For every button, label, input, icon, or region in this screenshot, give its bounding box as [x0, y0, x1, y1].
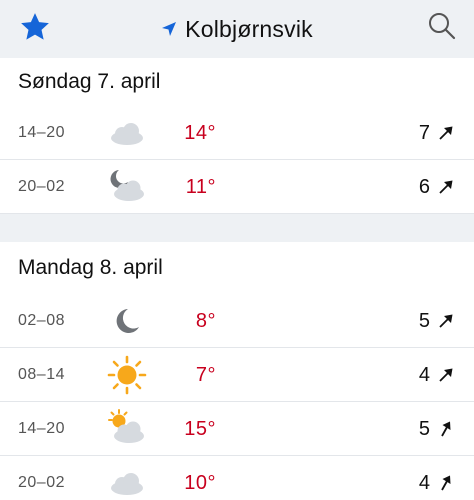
time-period: 14–20 — [18, 124, 65, 141]
wind-speed: 4 — [418, 363, 430, 386]
partly-cloudy-night-icon — [110, 170, 144, 201]
wind: 5 — [419, 402, 454, 456]
wind-speed: 5 — [418, 417, 430, 440]
forecast-row[interactable]: 20–02 10° 4 — [0, 456, 474, 500]
search-icon[interactable] — [426, 10, 458, 42]
wind-arrow-northeast-icon — [439, 180, 453, 194]
cloudy-icon — [111, 123, 143, 145]
time-period: 14–20 — [18, 420, 65, 437]
wind: 5 — [419, 294, 454, 348]
wind-speed: 4 — [418, 471, 430, 494]
wind-arrow-northeast-icon — [439, 126, 453, 140]
time-period: 20–02 — [18, 178, 65, 195]
time-period: 02–08 — [18, 312, 65, 329]
temperature: 11° — [185, 176, 216, 198]
star-icon[interactable] — [18, 10, 52, 44]
forecast-row[interactable]: 14–20 15° 5 — [0, 402, 474, 456]
cloudy-icon — [111, 473, 143, 495]
wind-speed: 5 — [418, 309, 430, 332]
clear-sun-icon — [107, 355, 147, 395]
forecast-row[interactable]: 14–20 14° 7 — [0, 106, 474, 160]
location-name: Kolbjørnsvik — [185, 15, 313, 42]
time-period: 08–14 — [18, 366, 65, 383]
wind-arrow-north-northeast-icon — [441, 421, 451, 437]
day-header: Mandag 8. april — [0, 242, 474, 294]
wind: 4 — [419, 456, 454, 500]
location-arrow-icon — [162, 22, 177, 36]
top-bar: Kolbjørnsvik — [0, 0, 474, 58]
temperature: 8° — [195, 310, 216, 332]
temperature: 10° — [184, 472, 216, 494]
wind-arrow-northeast-icon — [439, 368, 453, 382]
temperature: 7° — [195, 364, 216, 386]
wind: 6 — [419, 160, 454, 214]
wind-arrow-north-northeast-icon — [441, 475, 451, 491]
partly-cloudy-day-icon — [108, 409, 144, 443]
forecast-row[interactable]: 20–02 11° 6 — [0, 160, 474, 214]
forecast-row[interactable]: 08–14 7° 4 — [0, 348, 474, 402]
wind-speed: 6 — [418, 175, 430, 198]
temperature: 14° — [184, 122, 216, 144]
forecast-row[interactable]: 02–08 8° 5 — [0, 294, 474, 348]
temperature: 15° — [184, 418, 216, 440]
wind: 7 — [419, 106, 454, 160]
wind-arrow-northeast-icon — [439, 314, 453, 328]
wind-speed: 7 — [418, 121, 430, 144]
time-period: 20–02 — [18, 474, 65, 491]
clear-night-moon-icon — [116, 309, 139, 333]
wind: 4 — [419, 348, 454, 402]
section-divider — [0, 214, 474, 242]
location-title[interactable]: Kolbjørnsvik — [161, 16, 313, 43]
day-header: Søndag 7. april — [0, 58, 474, 106]
